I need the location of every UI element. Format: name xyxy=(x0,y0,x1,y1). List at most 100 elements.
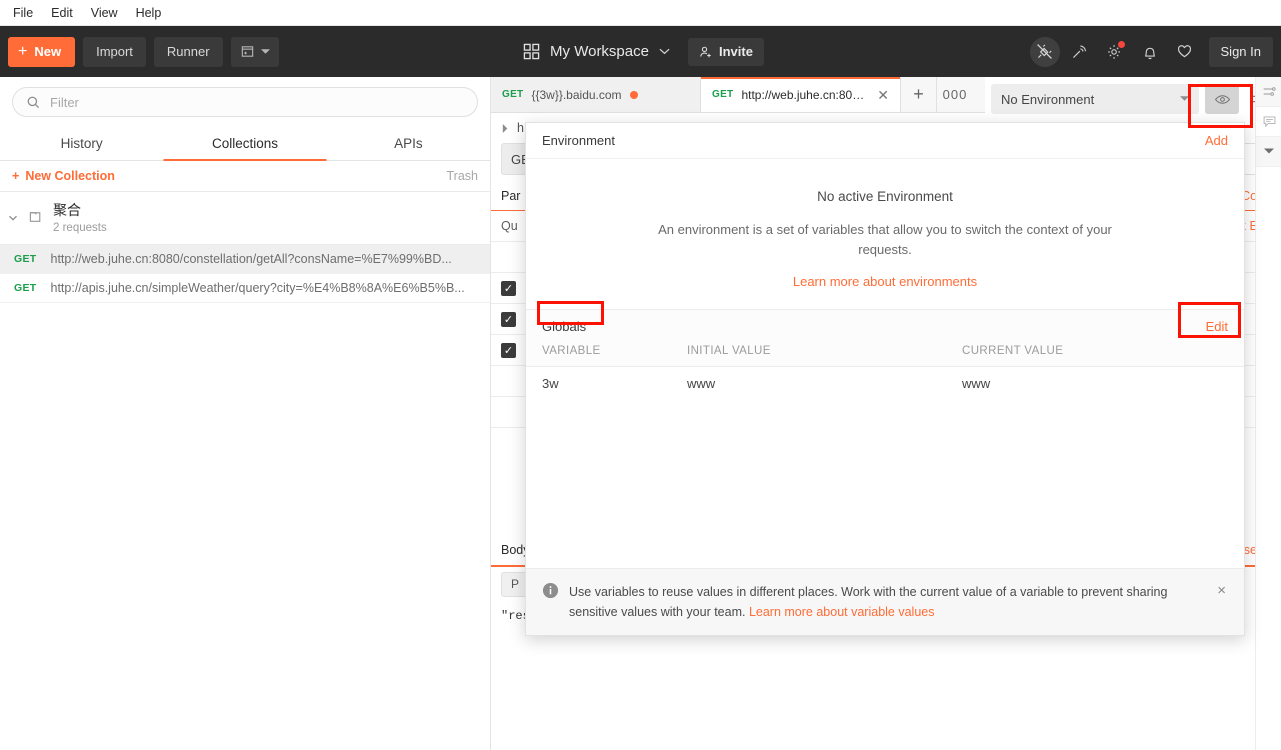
param-checkbox[interactable]: ✓ xyxy=(501,342,516,358)
request-tab-juhe[interactable]: GET http://web.juhe.cn:8080/co... ✕ xyxy=(701,77,901,112)
search-input[interactable] xyxy=(50,94,464,110)
new-window-button[interactable] xyxy=(230,36,279,67)
right-rail xyxy=(1255,77,1281,750)
column-current-value: CURRENT VALUE xyxy=(962,345,1064,358)
tab-options-button[interactable]: 000 xyxy=(937,77,973,112)
variables-info-banner: Use variables to reuse values in differe… xyxy=(526,568,1244,635)
collection-text: 聚合 2 requests xyxy=(53,202,107,234)
chevron-down-icon[interactable] xyxy=(6,211,20,225)
postman-window: File Edit View Help + New Import Runner xyxy=(0,0,1281,750)
folder-icon xyxy=(28,209,45,226)
import-button[interactable]: Import xyxy=(83,36,146,67)
request-method: GET xyxy=(14,281,37,294)
person-add-icon xyxy=(699,45,713,59)
request-list-item[interactable]: GET http://web.juhe.cn:8080/constellatio… xyxy=(0,244,490,274)
heart-icon[interactable] xyxy=(1170,37,1200,67)
sidebar-tab-collections[interactable]: Collections xyxy=(163,125,326,160)
chevron-down-icon xyxy=(1180,96,1189,102)
tab-method: GET xyxy=(502,89,524,100)
environment-empty-state: No active Environment An environment is … xyxy=(526,159,1244,309)
environment-popup: Environment Add No active Environment An… xyxy=(525,122,1245,636)
new-tab-button[interactable]: + xyxy=(901,77,937,112)
collection-name: 聚合 xyxy=(53,202,81,218)
request-tab-baidu[interactable]: GET {{3w}}.baidu.com xyxy=(491,77,701,112)
breadcrumb-label: h xyxy=(517,121,524,135)
invite-button[interactable]: Invite xyxy=(687,37,764,66)
globals-table-row[interactable]: 3w www www xyxy=(526,367,1244,400)
new-window-icon xyxy=(240,44,255,59)
environment-selected-label: No Environment xyxy=(1001,91,1095,107)
cell-initial-value: www xyxy=(687,376,716,392)
info-icon xyxy=(542,582,559,599)
sidebar-tab-history[interactable]: History xyxy=(0,125,163,160)
notification-badge xyxy=(1117,40,1125,48)
bell-icon[interactable] xyxy=(1135,37,1165,67)
close-icon[interactable]: ✕ xyxy=(877,88,889,102)
main-toolbar: + New Import Runner My Workspace Invite … xyxy=(0,26,1281,77)
new-collection-label: New Collection xyxy=(25,169,115,183)
toolbar-right-group: Sign In xyxy=(1029,26,1273,77)
learn-more-variable-values-link[interactable]: Learn more about variable values xyxy=(749,605,935,619)
menu-edit[interactable]: Edit xyxy=(42,3,82,23)
sliders-icon[interactable] xyxy=(1256,77,1281,107)
workspace-selector[interactable]: My Workspace xyxy=(517,39,676,64)
collection-row[interactable]: 聚合 2 requests xyxy=(0,192,490,245)
sidebar: History Collections APIs + New Collectio… xyxy=(0,77,491,750)
environment-selector[interactable]: No Environment xyxy=(991,84,1199,114)
collapse-chevron-down-icon[interactable] xyxy=(1256,137,1281,167)
menubar: File Edit View Help xyxy=(0,0,1281,26)
satellite-off-icon[interactable] xyxy=(1029,36,1060,67)
globals-edit-link[interactable]: Edit xyxy=(1206,319,1228,334)
invite-label: Invite xyxy=(718,44,753,59)
new-button-label: New xyxy=(34,44,62,59)
globals-table-header: VARIABLE INITIAL VALUE CURRENT VALUE xyxy=(526,334,1244,368)
column-initial-value: INITIAL VALUE xyxy=(687,345,771,358)
toolbar-left-group: + New Import Runner xyxy=(0,36,279,67)
empty-state-text: An environment is a set of variables tha… xyxy=(658,222,1112,258)
param-checkbox[interactable]: ✓ xyxy=(501,311,516,327)
tab-title: http://web.juhe.cn:8080/co... xyxy=(741,87,869,102)
comment-icon[interactable] xyxy=(1256,107,1281,137)
empty-state-heading: No active Environment xyxy=(817,189,953,204)
add-environment-link[interactable]: Add xyxy=(1205,133,1228,148)
banner-text: Use variables to reuse values in differe… xyxy=(569,582,1205,622)
request-list-item[interactable]: GET http://apis.juhe.cn/simpleWeather/qu… xyxy=(0,274,490,303)
trash-link[interactable]: Trash xyxy=(447,169,479,183)
sidebar-tab-apis[interactable]: APIs xyxy=(327,125,490,160)
learn-more-environments-link[interactable]: Learn more about environments xyxy=(793,274,977,289)
globals-label: Globals xyxy=(542,319,587,335)
menu-view[interactable]: View xyxy=(82,3,127,23)
request-tabstrip: GET {{3w}}.baidu.com GET http://web.juhe… xyxy=(491,77,985,113)
tab-title: {{3w}}.baidu.com xyxy=(531,87,622,102)
new-button[interactable]: + New xyxy=(8,36,76,67)
close-icon[interactable]: × xyxy=(1215,582,1228,599)
eye-icon[interactable] xyxy=(1205,84,1239,114)
menu-help[interactable]: Help xyxy=(127,3,171,23)
globals-table-spacer xyxy=(526,400,1244,568)
globals-section: Globals Edit xyxy=(526,309,1244,335)
request-method: GET xyxy=(14,252,37,265)
filter-section xyxy=(0,77,490,125)
workspace-label: My Workspace xyxy=(550,43,649,60)
request-url: http://apis.juhe.cn/simpleWeather/query?… xyxy=(50,280,465,295)
tab-method: GET xyxy=(712,89,734,100)
collection-request-count: 2 requests xyxy=(53,221,107,234)
column-variable: VARIABLE xyxy=(542,345,601,358)
menu-file[interactable]: File xyxy=(4,3,42,23)
filter-box[interactable] xyxy=(12,87,478,117)
broadcast-icon[interactable] xyxy=(1065,37,1095,67)
cell-current-value: www xyxy=(962,376,991,392)
environment-popup-header: Environment Add xyxy=(526,123,1244,159)
query-params-label: Qu xyxy=(501,219,518,233)
param-checkbox[interactable]: ✓ xyxy=(501,280,516,296)
environment-popup-title: Environment xyxy=(542,133,615,148)
tab-params[interactable]: Par xyxy=(501,189,520,210)
gear-icon[interactable] xyxy=(1100,37,1130,67)
search-icon xyxy=(26,95,41,110)
cell-variable: 3w xyxy=(542,376,559,392)
chevron-down-icon xyxy=(260,48,270,55)
runner-button[interactable]: Runner xyxy=(153,36,223,67)
new-collection-button[interactable]: + New Collection xyxy=(12,169,115,183)
sign-in-button[interactable]: Sign In xyxy=(1208,36,1273,67)
chevron-right-icon[interactable] xyxy=(501,123,510,133)
